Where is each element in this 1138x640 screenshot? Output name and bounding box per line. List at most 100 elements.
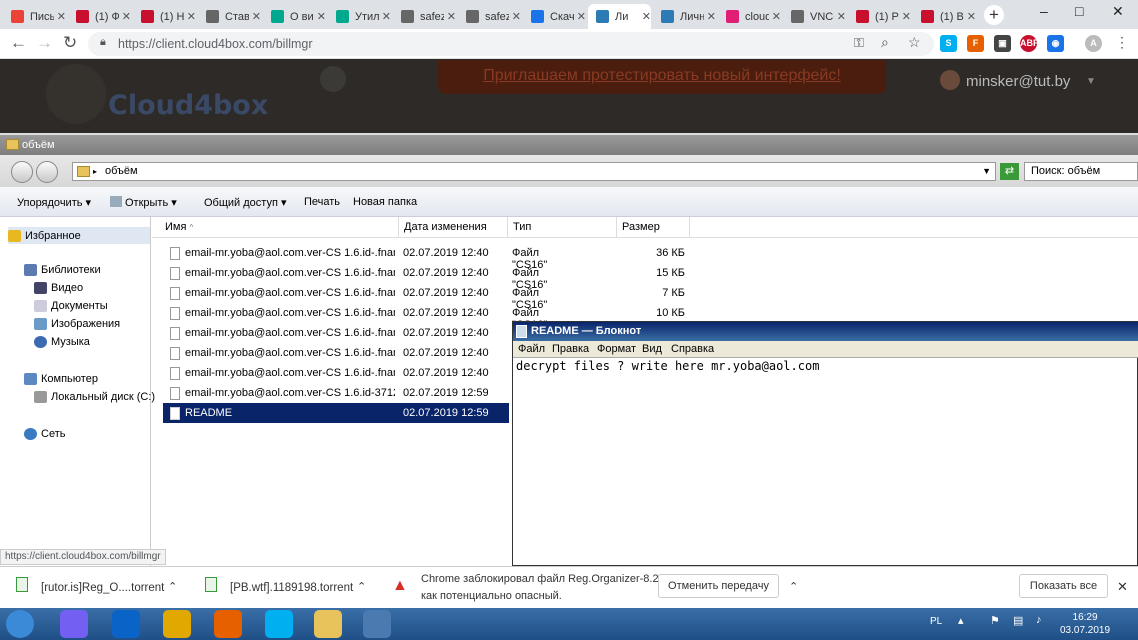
organize-menu[interactable]: Упорядочить ▾ bbox=[17, 196, 91, 209]
tab-close-icon[interactable]: ✕ bbox=[512, 10, 521, 23]
column-size[interactable]: Размер bbox=[616, 217, 690, 238]
menu-kebab-icon[interactable]: ⋮ bbox=[1115, 34, 1129, 51]
browser-tab[interactable]: Ставк✕ bbox=[198, 4, 261, 29]
network-tray-icon[interactable]: ▤ bbox=[1013, 614, 1023, 627]
tab-close-icon[interactable]: ✕ bbox=[122, 10, 131, 23]
tray-arrow-icon[interactable]: ▴ bbox=[958, 614, 964, 627]
file-row[interactable]: email-mr.yoba@aol.com.ver-CS 1.6.id-.fna… bbox=[163, 363, 509, 383]
fox-extension-icon[interactable]: F bbox=[967, 35, 984, 52]
nav-favorites[interactable]: Избранное bbox=[8, 227, 150, 244]
site-logo[interactable]: Cloud4box bbox=[108, 90, 268, 121]
file-row[interactable]: README 02.07.2019 12:59 bbox=[163, 403, 509, 423]
address-dropdown-icon[interactable]: ▼ bbox=[982, 163, 991, 180]
new-tab-button[interactable]: + bbox=[984, 5, 1004, 25]
chrome-icon[interactable] bbox=[163, 610, 191, 638]
warning-chevron-icon[interactable]: ⌃ bbox=[789, 580, 798, 593]
language-indicator[interactable]: PL bbox=[930, 616, 942, 627]
browser-tab[interactable]: safezo✕ bbox=[393, 4, 456, 29]
vpn-extension-icon[interactable]: ◉ bbox=[1047, 35, 1064, 52]
user-email[interactable]: minsker@tut.by bbox=[966, 73, 1070, 90]
nav-libraries[interactable]: Библиотеки bbox=[24, 264, 101, 276]
tab-close-icon[interactable]: ✕ bbox=[447, 10, 456, 23]
skype-extension-icon[interactable]: S bbox=[940, 35, 957, 52]
tab-close-icon[interactable]: ✕ bbox=[252, 10, 261, 23]
tab-close-icon[interactable]: ✕ bbox=[577, 10, 586, 23]
nav-video[interactable]: Видео bbox=[34, 282, 83, 294]
tab-close-icon[interactable]: ✕ bbox=[382, 10, 391, 23]
explorer-address-box[interactable]: ▸ объём ▼ bbox=[72, 162, 996, 181]
user-dropdown-icon[interactable]: ▼ bbox=[1086, 76, 1096, 87]
start-icon[interactable] bbox=[6, 610, 34, 638]
nav-local-disk[interactable]: Локальный диск (C:) bbox=[34, 391, 155, 403]
column-date[interactable]: Дата изменения bbox=[398, 217, 508, 238]
show-all-downloads-button[interactable]: Показать все bbox=[1019, 574, 1108, 598]
file-row[interactable]: email-mr.yoba@aol.com.ver-CS 1.6.id-.fna… bbox=[163, 263, 685, 291]
flag-icon[interactable]: ⚑ bbox=[990, 614, 1000, 627]
notepad-menu-view[interactable]: Вид bbox=[642, 343, 662, 355]
browser-tab[interactable]: Утилит✕ bbox=[328, 4, 391, 29]
tab-close-icon[interactable]: ✕ bbox=[837, 10, 846, 23]
minimize-button[interactable]: – bbox=[1040, 3, 1048, 19]
explorer-back-button[interactable] bbox=[11, 161, 33, 183]
share-menu[interactable]: Общий доступ ▾ bbox=[204, 196, 286, 209]
bookmark-star-icon[interactable]: ☆ bbox=[908, 34, 921, 51]
firefox-icon[interactable] bbox=[214, 610, 242, 638]
promo-banner[interactable]: Приглашаем протестировать новый интерфей… bbox=[438, 60, 886, 94]
browser-tab[interactable]: safezo✕ bbox=[458, 4, 521, 29]
browser-tab[interactable]: Ли ✕ bbox=[588, 4, 651, 29]
screen-extension-icon[interactable]: ▣ bbox=[994, 35, 1011, 52]
breadcrumb-arrow-icon[interactable]: ▸ bbox=[93, 163, 97, 180]
notepad-menu-format[interactable]: Формат bbox=[597, 343, 636, 355]
zoom-icon[interactable]: ⌕ bbox=[881, 34, 889, 51]
back-button[interactable]: ← bbox=[10, 33, 27, 53]
maximize-button[interactable]: □ bbox=[1075, 3, 1083, 19]
system-clock[interactable]: 16:29 03.07.2019 bbox=[1060, 611, 1110, 637]
tab-close-icon[interactable]: ✕ bbox=[57, 10, 66, 23]
browser-tab[interactable]: cloudc✕ bbox=[718, 4, 781, 29]
browser-tab[interactable]: Письм✕ bbox=[3, 4, 66, 29]
new-folder-button[interactable]: Новая папка bbox=[353, 196, 417, 208]
notepad-text-area[interactable]: decrypt files ? write here mr.yoba@aol.c… bbox=[516, 359, 819, 373]
viber-icon[interactable] bbox=[60, 610, 88, 638]
skype-icon[interactable] bbox=[265, 610, 293, 638]
column-name[interactable]: Имя ^ bbox=[159, 217, 399, 238]
print-button[interactable]: Печать bbox=[304, 196, 340, 208]
notepad-menu-help[interactable]: Справка bbox=[671, 343, 714, 355]
tab-close-icon[interactable]: ✕ bbox=[187, 10, 196, 23]
browser-tab[interactable]: Скача✕ bbox=[523, 4, 586, 29]
outlook-icon[interactable] bbox=[112, 610, 140, 638]
key-icon[interactable]: ⚿ bbox=[854, 35, 864, 51]
explorer-search-input[interactable]: Поиск: объём bbox=[1024, 162, 1138, 181]
file-row[interactable]: email-mr.yoba@aol.com.ver-CS 1.6.id-.fna… bbox=[163, 343, 509, 363]
download-item-1[interactable]: [rutor.is]Reg_O....torrent bbox=[41, 582, 164, 594]
tab-close-icon[interactable]: ✕ bbox=[317, 10, 326, 23]
volume-icon[interactable]: ♪ bbox=[1036, 614, 1042, 626]
explorer-folder-icon[interactable] bbox=[314, 610, 342, 638]
adblock-extension-icon[interactable]: ABP bbox=[1020, 35, 1039, 52]
cancel-transfer-button[interactable]: Отменить передачу bbox=[658, 574, 779, 598]
close-window-button[interactable]: ✕ bbox=[1112, 3, 1124, 20]
nav-network[interactable]: Сеть bbox=[24, 428, 65, 440]
explorer-forward-button[interactable] bbox=[36, 161, 58, 183]
browser-tab[interactable]: (1) Фо✕ bbox=[68, 4, 131, 29]
nav-computer[interactable]: Компьютер bbox=[24, 373, 98, 385]
browser-tab[interactable]: VNC-v✕ bbox=[783, 4, 846, 29]
notepad-menu-edit[interactable]: Правка bbox=[552, 343, 589, 355]
tab-close-icon[interactable]: ✕ bbox=[642, 10, 651, 23]
close-shelf-button[interactable]: ✕ bbox=[1117, 579, 1128, 595]
forward-button[interactable]: → bbox=[36, 33, 53, 53]
open-button[interactable]: Открыть ▾ bbox=[110, 196, 177, 209]
address-bar[interactable]: 🔒︎ https://client.cloud4box.com/billmgr … bbox=[88, 32, 934, 56]
support-icon[interactable] bbox=[320, 66, 346, 92]
browser-tab[interactable]: Личнь✕ bbox=[653, 4, 716, 29]
nav-documents[interactable]: Документы bbox=[34, 300, 108, 312]
file-row[interactable]: email-mr.yoba@aol.com.ver-CS 1.6.id-.fna… bbox=[163, 283, 685, 311]
download-item-2[interactable]: [PB.wtf].1189198.torrent bbox=[230, 582, 353, 594]
nav-music[interactable]: Музыка bbox=[34, 336, 90, 348]
nav-images[interactable]: Изображения bbox=[34, 318, 120, 330]
file-row[interactable]: email-mr.yoba@aol.com.ver-CS 1.6.id-3712… bbox=[163, 383, 509, 403]
tab-close-icon[interactable]: ✕ bbox=[902, 10, 911, 23]
tab-close-icon[interactable]: ✕ bbox=[772, 10, 781, 23]
file-row[interactable]: email-mr.yoba@aol.com.ver-CS 1.6.id-.fna… bbox=[163, 243, 685, 271]
download-2-chevron-icon[interactable]: ⌃ bbox=[357, 580, 366, 593]
